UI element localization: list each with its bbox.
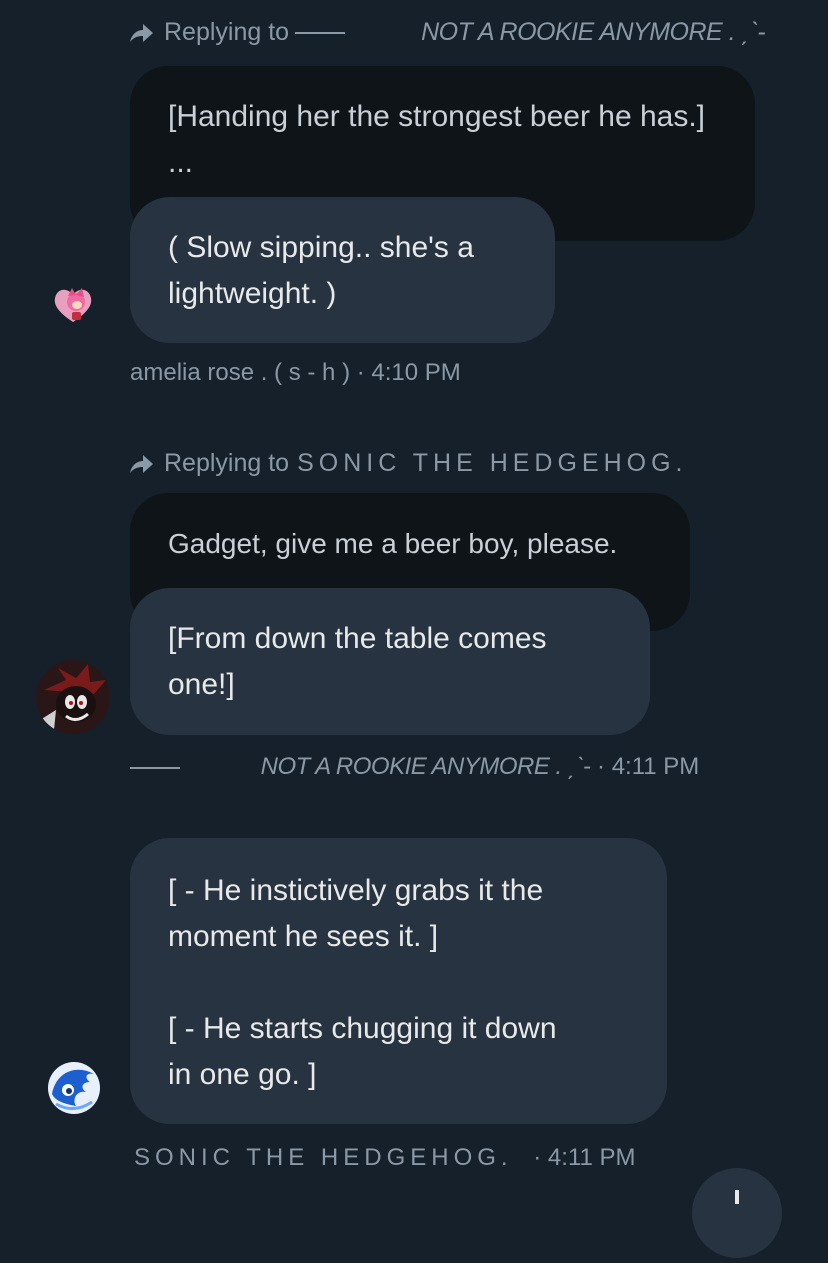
plus-icon: [735, 1190, 739, 1204]
reply-prefix: Replying to: [164, 449, 290, 477]
message-meta: NOT A ROOKIE ANYMORE . ˏˋ- · 4:11 PM: [130, 753, 699, 781]
message-bubble[interactable]: [ - He instictively grabs it the moment …: [130, 838, 667, 1124]
timestamp: · 4:11 PM: [533, 1144, 636, 1171]
author-name[interactable]: NOT A ROOKIE ANYMORE . ˏˋ-: [261, 753, 591, 780]
message-bubble[interactable]: ( Slow sipping.. she's a lightweight. ): [130, 197, 555, 343]
avatar[interactable]: [36, 660, 110, 734]
message-meta: amelia rose . ( s - h ) · 4:10 PM: [130, 359, 461, 386]
divider-dash: [295, 31, 346, 34]
reply-prefix: Replying to: [164, 18, 290, 46]
timestamp: · 4:11 PM: [597, 753, 700, 780]
reply-target-name[interactable]: SONIC THE HEDGEHOG.: [297, 449, 687, 478]
reply-target-name[interactable]: NOT A ROOKIE ANYMORE . ˏˋ-: [421, 18, 765, 47]
reply-indicator[interactable]: Replying to NOT A ROOKIE ANYMORE . ˏˋ-: [128, 18, 766, 47]
compose-button[interactable]: [692, 1168, 782, 1258]
avatar[interactable]: [46, 1060, 102, 1116]
message-meta: SONIC THE HEDGEHOG. · 4:11 PM: [134, 1144, 636, 1172]
dark-hedgehog-avatar-icon: [36, 660, 110, 734]
message-bubble[interactable]: [From down the table comes one!]: [130, 588, 650, 735]
reply-indicator[interactable]: Replying to SONIC THE HEDGEHOG.: [128, 449, 688, 478]
reply-arrow-icon: [130, 23, 153, 42]
pink-hedgehog-avatar-icon: [54, 288, 92, 322]
reply-arrow-icon: [130, 454, 153, 473]
avatar[interactable]: [50, 282, 96, 328]
blue-hedgehog-avatar-icon: [48, 1062, 100, 1114]
author-name[interactable]: SONIC THE HEDGEHOG.: [134, 1144, 513, 1171]
divider-dash: [130, 766, 180, 769]
